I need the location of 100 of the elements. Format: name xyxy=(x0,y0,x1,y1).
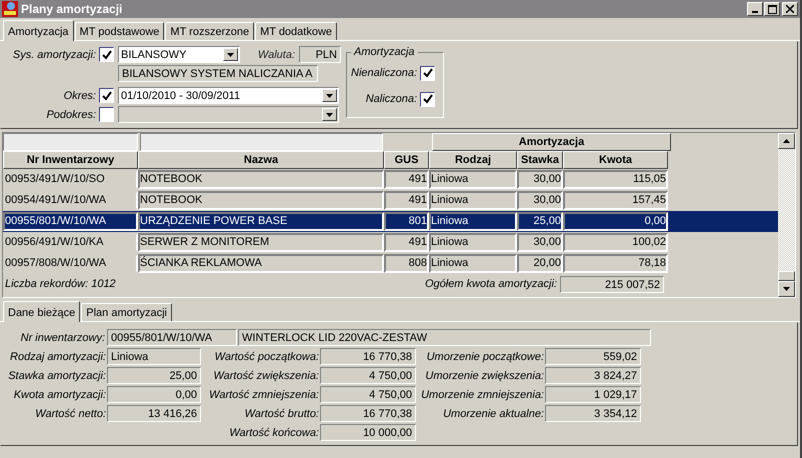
scrollbar[interactable] xyxy=(778,133,795,297)
table-cell: 20,00 xyxy=(517,254,563,273)
check-icon xyxy=(422,68,433,78)
field-label: Kwota amortyzacji: xyxy=(12,388,107,400)
table-row[interactable]: 00956/491/W/10/KA SERWER Z MONITOREM 491 Liniowa 30,00 100,02 xyxy=(3,232,778,253)
tab[interactable]: MT podstawowe xyxy=(74,22,164,40)
table-cell: 00953/491/W/10/SO xyxy=(3,170,138,189)
value-field: 3 824,27 xyxy=(545,367,641,384)
table-cell: 30,00 xyxy=(517,233,563,252)
checkbox[interactable] xyxy=(99,88,114,103)
table-cell: 25,00 xyxy=(517,212,563,231)
table-cell: 157,45 xyxy=(563,191,668,210)
table-cell: 491 xyxy=(384,170,429,189)
field-label: Rodzaj amortyzacji: xyxy=(9,350,107,362)
dropdown[interactable]: BILANSOWY xyxy=(118,46,240,63)
table-cell: 0,00 xyxy=(563,212,668,231)
column-header[interactable]: Rodzaj xyxy=(429,151,517,169)
field-label: Wartość końcowa: xyxy=(228,426,320,438)
value-field: 1 029,17 xyxy=(545,386,641,403)
app-icon xyxy=(2,1,18,17)
maximize-button[interactable] xyxy=(764,2,780,16)
checkbox[interactable] xyxy=(420,66,436,80)
field-label: Umorzenie zmniejszenia: xyxy=(420,388,545,400)
value-field: 25,00 xyxy=(107,367,201,384)
value-field: 4 750,00 xyxy=(320,367,416,384)
record-count: Liczba rekordów: 1012 xyxy=(4,278,117,290)
scroll-up-button[interactable] xyxy=(778,133,795,149)
check-icon xyxy=(422,94,433,104)
maximize-icon xyxy=(768,4,776,14)
close-icon xyxy=(786,5,794,13)
scroll-down-button[interactable] xyxy=(778,281,795,297)
minimize-button[interactable] xyxy=(747,2,763,16)
table-cell: Liniowa xyxy=(429,170,517,189)
close-button[interactable] xyxy=(782,2,798,16)
table-cell: ŚCIANKA REKLAMOWA xyxy=(138,254,384,273)
dropdown-arrow-icon xyxy=(227,52,234,56)
check-icon xyxy=(102,50,112,60)
tab[interactable]: Amortyzacja xyxy=(3,20,74,41)
field-label: Waluta: xyxy=(256,48,296,60)
column-header[interactable]: Nr Inwentarzowy xyxy=(3,151,138,169)
value-field: Liniowa xyxy=(107,348,201,365)
field-label: Sys. amortyzacji: xyxy=(12,48,97,60)
value-field: 4 750,00 xyxy=(320,386,416,403)
field-label: Okres: xyxy=(62,90,97,102)
inventory-number-field: 00955/801/W/10/WA xyxy=(107,329,237,346)
table-row[interactable]: 00955/801/W/10/WA URZĄDZENIE POWER BASE 801 Liniowa 25,00 0,00 xyxy=(3,211,778,232)
tab[interactable]: Plan amortyzacji xyxy=(81,303,172,321)
table-cell: 00956/491/W/10/KA xyxy=(3,233,138,252)
checkbox-label: Naliczona: xyxy=(366,93,418,105)
table-cell: SERWER Z MONITOREM xyxy=(138,233,384,252)
field-label: Stawka amortyzacji: xyxy=(7,370,107,382)
checkbox[interactable] xyxy=(420,92,436,106)
field-label: Umorzenie początkowe: xyxy=(426,350,545,362)
field-label: Umorzenie aktualne: xyxy=(442,408,545,420)
column-header[interactable]: Nazwa xyxy=(138,151,384,169)
dropdown-arrow-icon xyxy=(326,94,333,98)
table-cell: 00955/801/W/10/WA xyxy=(3,212,138,231)
table-cell: Liniowa xyxy=(429,191,517,210)
column-header[interactable]: Stawka xyxy=(517,151,563,169)
table-cell: 00957/808/W/10/WA xyxy=(3,254,138,273)
dropdown-arrow-icon xyxy=(326,112,333,116)
tab[interactable]: MT rozszerzone xyxy=(165,22,254,40)
checkbox-label: Nienaliczona: xyxy=(351,67,418,79)
field-label: Wartość brutto: xyxy=(244,408,320,420)
value-field: 3 354,12 xyxy=(545,405,641,422)
table-cell: Liniowa xyxy=(429,212,517,231)
dropdown[interactable] xyxy=(118,106,339,123)
value-field: 16 770,38 xyxy=(320,348,416,365)
table-cell: URZĄDZENIE POWER BASE xyxy=(138,212,384,231)
column-header[interactable]: GUS xyxy=(384,151,429,169)
tab[interactable]: MT dodatkowe xyxy=(255,22,338,40)
dropdown[interactable]: 01/10/2010 - 30/09/2011 xyxy=(118,87,339,104)
value-field: 16 770,38 xyxy=(320,405,416,422)
table-cell: 78,18 xyxy=(563,254,668,273)
table-cell: Liniowa xyxy=(429,233,517,252)
filter-field[interactable] xyxy=(140,133,383,151)
value-field: 559,02 xyxy=(545,348,641,365)
field-label: Umorzenie zwiększenia: xyxy=(424,370,545,382)
tab[interactable]: Dane bieżące xyxy=(3,301,80,322)
table-row[interactable]: 00957/808/W/10/WA ŚCIANKA REKLAMOWA 808 Liniowa 20,00 78,18 xyxy=(3,253,778,274)
currency-field: PLN xyxy=(299,46,341,63)
checkbox[interactable] xyxy=(99,107,114,122)
table-row[interactable]: 00953/491/W/10/SO NOTEBOOK 491 Liniowa 30,00 115,05 xyxy=(3,169,778,190)
column-header[interactable]: Kwota xyxy=(563,151,668,169)
field-label: Wartość początkowa: xyxy=(214,350,320,362)
table-cell: NOTEBOOK xyxy=(138,170,384,189)
total-label: Ogółem kwota amortyzacji: xyxy=(424,278,558,290)
scroll-thumb[interactable] xyxy=(778,271,795,281)
value-field: 0,00 xyxy=(107,386,201,403)
up-arrow-icon xyxy=(783,139,790,143)
filter-field[interactable] xyxy=(3,133,138,151)
table-cell: 491 xyxy=(384,233,429,252)
table-cell: 30,00 xyxy=(517,170,563,189)
column-group-header: Amortyzacja xyxy=(432,133,671,151)
table-cell: 801 xyxy=(384,212,429,231)
table-cell: 115,05 xyxy=(563,170,668,189)
table-cell: 30,00 xyxy=(517,191,563,210)
table-cell: Liniowa xyxy=(429,254,517,273)
checkbox[interactable] xyxy=(99,47,114,62)
value-field: 10 000,00 xyxy=(320,424,416,441)
